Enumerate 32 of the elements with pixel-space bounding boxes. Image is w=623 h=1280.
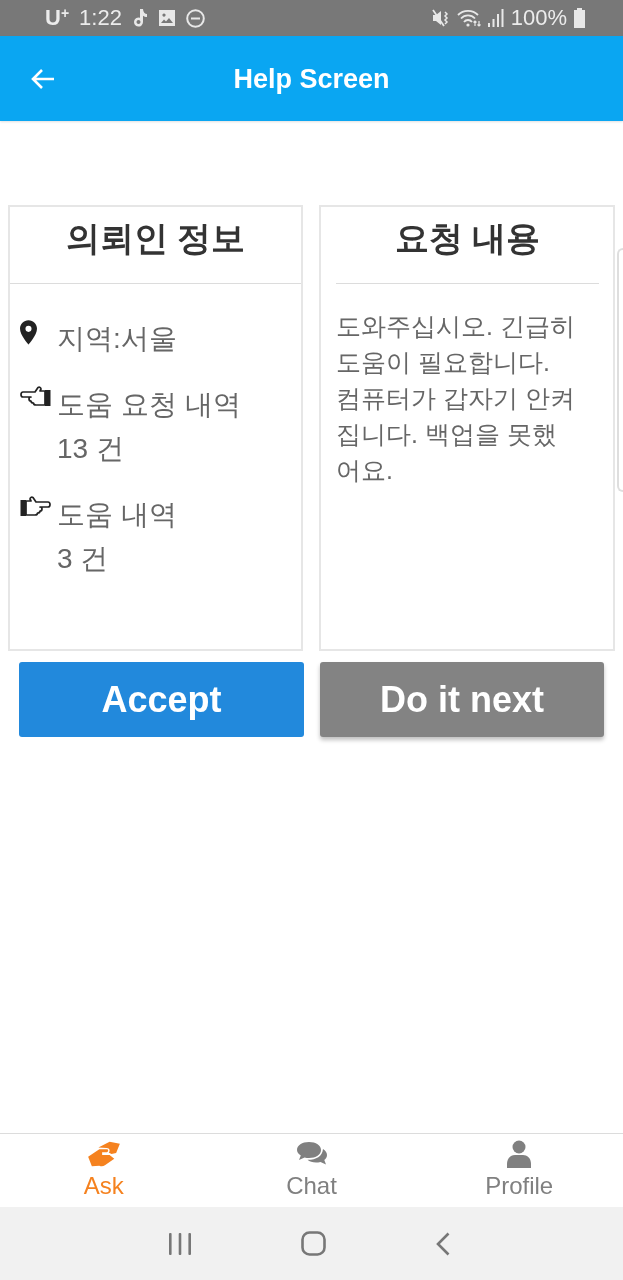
nav-tab[interactable]: Profile — [415, 1134, 623, 1207]
map-pin-icon — [20, 320, 37, 345]
home-icon[interactable] — [301, 1231, 327, 1256]
do-not-disturb-icon — [185, 8, 205, 28]
info-count: 13 건 — [57, 432, 124, 466]
card-title: 의뢰인 정보 — [65, 218, 246, 259]
music-note-icon — [131, 8, 148, 28]
back-arrow-icon[interactable] — [31, 68, 55, 90]
person-icon — [507, 1140, 532, 1168]
vibrate-mute-icon — [431, 9, 450, 27]
accept-button[interactable]: Accept — [19, 662, 304, 737]
image-icon — [157, 9, 176, 27]
info-label: 도움 내역 — [57, 498, 177, 532]
nav-tab[interactable]: Chat — [207, 1134, 416, 1207]
info-count: 3 건 — [57, 542, 109, 576]
info-label: 도움 요청 내역 — [57, 388, 241, 422]
battery-percent: 100% — [510, 5, 567, 31]
card-title: 요청 내용 — [394, 218, 541, 259]
request-text: 도와주십시오. 긴급히 도움이 필요합니다. 컴퓨터가 갑자기 안켜 집니다. 백업을 못했 어요. — [336, 311, 576, 486]
screen-title: Help Screen — [233, 62, 390, 96]
do-it-next-button[interactable]: Do it next — [320, 662, 604, 737]
clock-time: 1:22 — [79, 5, 122, 31]
signal-icon — [487, 9, 504, 27]
info-label: 지역:서울 — [57, 322, 177, 356]
pointing-left-hand-icon — [20, 386, 51, 409]
pointing-right-hand-icon — [20, 496, 51, 519]
recent-apps-icon[interactable] — [167, 1232, 192, 1255]
nav-tab[interactable]: Ask — [0, 1134, 208, 1207]
carrier-label: U$^{+}$ — [45, 5, 70, 31]
battery-icon — [574, 8, 585, 28]
wifi-icon — [456, 9, 481, 27]
back-icon[interactable] — [436, 1231, 451, 1256]
